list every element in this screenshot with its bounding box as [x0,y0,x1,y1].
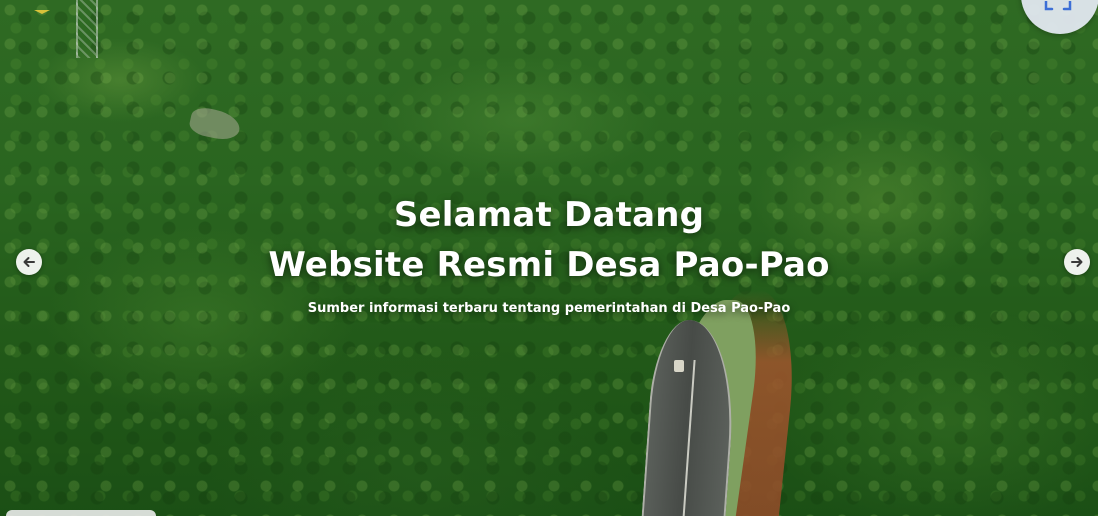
carousel-prev-button[interactable] [16,249,42,275]
arrow-right-icon [1071,257,1083,267]
arrow-left-icon [23,257,35,267]
logo-icon[interactable] [32,0,52,14]
hero-caption: Selamat Datang Website Resmi Desa Pao-Pa… [0,190,1098,318]
hero-title: Selamat Datang Website Resmi Desa Pao-Pa… [0,190,1098,290]
carousel-next-button[interactable] [1064,249,1090,275]
hero-subtitle: Sumber informasi terbaru tentang pemerin… [307,301,791,316]
hero-banner: Selamat Datang Website Resmi Desa Pao-Pa… [0,0,1098,516]
car [674,360,684,372]
bottom-tab[interactable] [6,510,156,516]
expand-icon [1040,0,1076,14]
hero-title-line2: Website Resmi Desa Pao-Pao [268,245,830,285]
hero-title-line1: Selamat Datang [393,195,705,235]
